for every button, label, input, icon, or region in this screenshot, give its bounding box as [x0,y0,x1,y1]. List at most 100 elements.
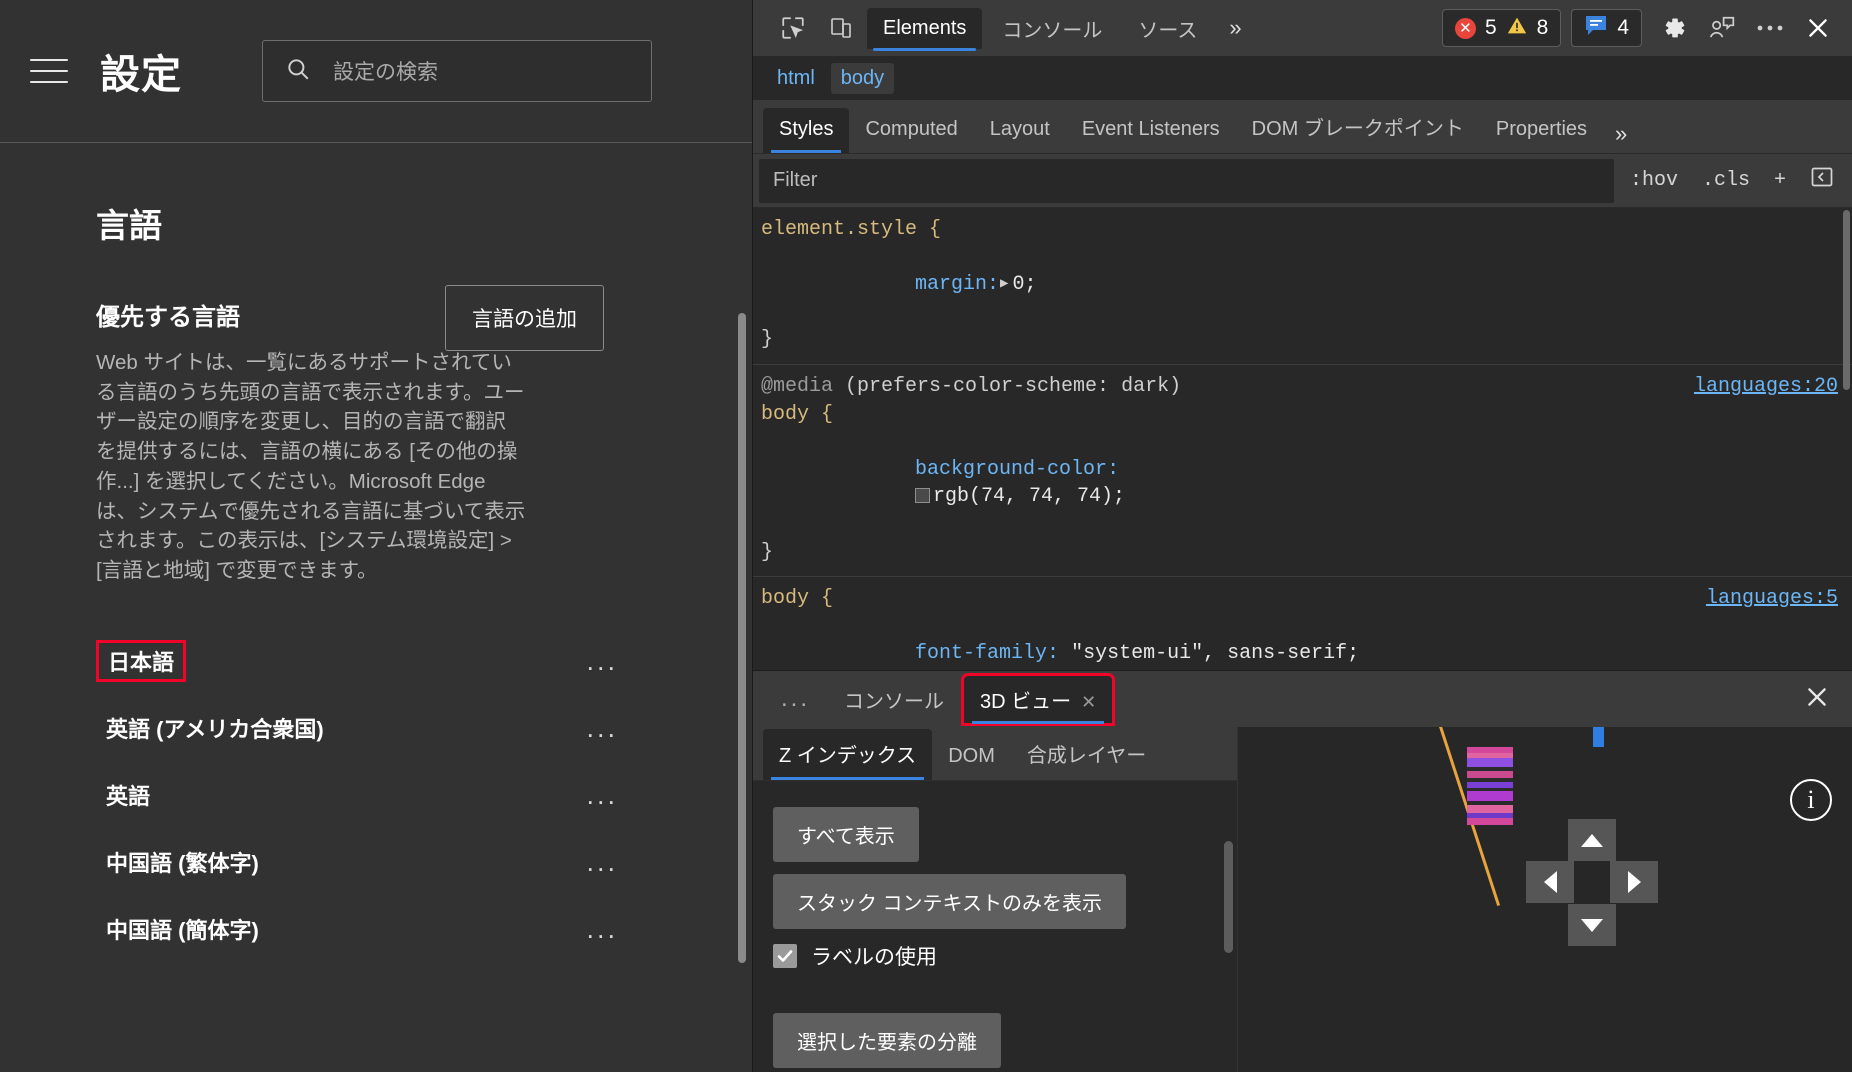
new-style-rule-button[interactable]: + [1764,163,1796,198]
more-options-icon[interactable] [1748,8,1792,48]
threed-canvas[interactable]: カメラを再設定 ップショットの再 i [1237,727,1852,1072]
tab-label: コンソール [844,691,944,713]
issues-counter[interactable]: 4 [1571,9,1642,47]
declaration-property: margin: [915,273,999,296]
rule-selector[interactable]: body { [761,585,1852,613]
drawer-more-icon[interactable]: ... [767,685,824,713]
more-options-icon[interactable]: ... [574,849,630,875]
error-icon: ✕ [1455,18,1476,39]
devtools-panel: Elements コンソール ソース » ✕ 5 8 [752,0,1852,1072]
more-tabs-icon[interactable]: » [1217,9,1253,47]
rule-selector[interactable]: element.style { [761,216,1852,244]
tab-styles[interactable]: Styles [763,108,849,153]
toggle-sidebar-icon[interactable] [1800,159,1844,202]
color-swatch[interactable] [915,488,930,503]
layer-stack-visualization [1467,747,1513,825]
more-options-icon[interactable]: ... [574,715,630,741]
settings-topbar: 設定 設定の検索 [0,0,752,142]
hov-toggle[interactable]: :hov [1620,163,1688,198]
warning-count: 8 [1537,16,1549,40]
list-item[interactable]: 日本語 ... [96,628,630,695]
tab-dom-breakpoints[interactable]: DOM ブレークポイント [1236,102,1480,153]
list-item[interactable]: 中国語 (繁体字) ... [96,829,630,896]
more-options-icon[interactable]: ... [574,648,630,674]
list-item[interactable]: 英語 ... [96,762,630,829]
rule-selector[interactable]: body { [761,401,1852,429]
more-options-icon[interactable]: ... [574,916,630,942]
threed-panel-scrollbar[interactable] [1224,841,1233,953]
device-toolbar-icon[interactable] [819,8,863,48]
tab-console[interactable]: コンソール [986,5,1118,52]
filter-input[interactable]: Filter [759,159,1614,203]
tab-elements[interactable]: Elements [867,8,982,49]
language-heading: 言語 [96,199,752,247]
rule-source-link[interactable]: languages:5 [1706,585,1838,613]
error-warning-counter[interactable]: ✕ 5 8 [1442,9,1561,47]
language-name: 日本語 [96,640,186,682]
subtab-composited-layers[interactable]: 合成レイヤー [1011,729,1162,780]
declaration[interactable]: background-color: rgb(74, 74, 74); [761,428,1852,538]
pan-left-icon[interactable] [1526,861,1574,903]
subtab-dom[interactable]: DOM [932,735,1011,780]
breadcrumb-item-html[interactable]: html [767,63,825,94]
declaration-value: rgb(74, 74, 74); [933,485,1125,508]
close-icon[interactable]: ✕ [1081,692,1096,712]
isolate-selected-element-button[interactable]: 選択した要素の分離 [773,1013,1001,1068]
list-item[interactable]: 英語 (アメリカ合衆国) ... [96,695,630,762]
drawer-tab-3d-view[interactable]: 3D ビュー✕ [964,676,1112,723]
threed-controls: すべて表示 スタック コンテキストのみを表示 ラベルの使用 選択した要素の分離 [753,781,1237,1072]
hamburger-icon[interactable] [26,49,72,93]
more-options-icon[interactable]: ... [574,782,630,808]
tab-sources[interactable]: ソース [1122,5,1213,52]
declaration[interactable]: margin:▶0; [761,244,1852,327]
cls-toggle[interactable]: .cls [1692,163,1760,198]
show-stacking-contexts-button[interactable]: スタック コンテキストのみを表示 [773,874,1126,929]
tab-layout[interactable]: Layout [974,108,1066,153]
tab-label: Event Listeners [1082,118,1220,140]
devtools-drawer: ... コンソール 3D ビュー✕ Z インデックス DOM [753,670,1852,1072]
styles-scrollbar[interactable] [1843,210,1850,390]
search-placeholder: 設定の検索 [333,56,438,86]
show-all-button[interactable]: すべて表示 [773,807,919,862]
drawer-close-icon[interactable] [1804,684,1830,715]
warning-icon [1506,15,1528,41]
list-item[interactable]: 中国語 (簡体字) ... [96,896,630,963]
pan-down-icon[interactable] [1568,904,1616,946]
error-count: 5 [1485,16,1497,40]
feedback-icon[interactable] [1700,8,1744,48]
tab-properties[interactable]: Properties [1480,108,1603,153]
page-title: 設定 [100,42,182,100]
info-icon[interactable]: i [1790,779,1832,821]
tab-label: DOM ブレークポイント [1252,118,1464,140]
preferred-languages-description: Web サイトは、一覧にあるサポートされている言語のうち先頭の言語で表示されます… [96,348,526,586]
tab-label: Properties [1496,118,1587,140]
gear-icon[interactable] [1652,8,1696,48]
breadcrumb: html body [753,56,1852,100]
settings-scrollbar[interactable] [738,313,746,963]
declaration-property: font-family: [915,642,1059,665]
language-name: 中国語 (繁体字) [96,842,269,882]
devtools-toolbar: Elements コンソール ソース » ✕ 5 8 [753,0,1852,56]
styles-filter-bar: Filter :hov .cls + [753,154,1852,208]
use-labels-checkbox[interactable]: ラベルの使用 [773,941,1237,971]
add-language-button[interactable]: 言語の追加 [445,285,604,351]
tab-label: Elements [883,17,966,39]
declaration-property: background-color: [915,458,1119,481]
tab-event-listeners[interactable]: Event Listeners [1066,108,1236,153]
rule-source-link[interactable]: languages:20 [1694,373,1838,401]
more-style-tabs-icon[interactable]: » [1603,115,1639,153]
pan-up-icon[interactable] [1568,819,1616,861]
drawer-tab-console[interactable]: コンソール [828,676,960,723]
inspect-element-icon[interactable] [771,8,815,48]
drawer-tabbar: ... コンソール 3D ビュー✕ [753,671,1852,727]
search-input[interactable]: 設定の検索 [262,40,652,102]
drawer-body: Z インデックス DOM 合成レイヤー すべて表示 スタック コンテキストのみを… [753,727,1852,1072]
filter-placeholder: Filter [773,169,817,192]
close-icon[interactable] [1796,8,1840,48]
breadcrumb-item-body[interactable]: body [831,63,894,94]
tab-label: DOM [948,745,995,767]
tab-computed[interactable]: Computed [849,108,973,153]
pan-right-icon[interactable] [1610,861,1658,903]
subtab-z-index[interactable]: Z インデックス [763,729,932,780]
expand-triangle-icon[interactable]: ▶ [1000,275,1008,294]
